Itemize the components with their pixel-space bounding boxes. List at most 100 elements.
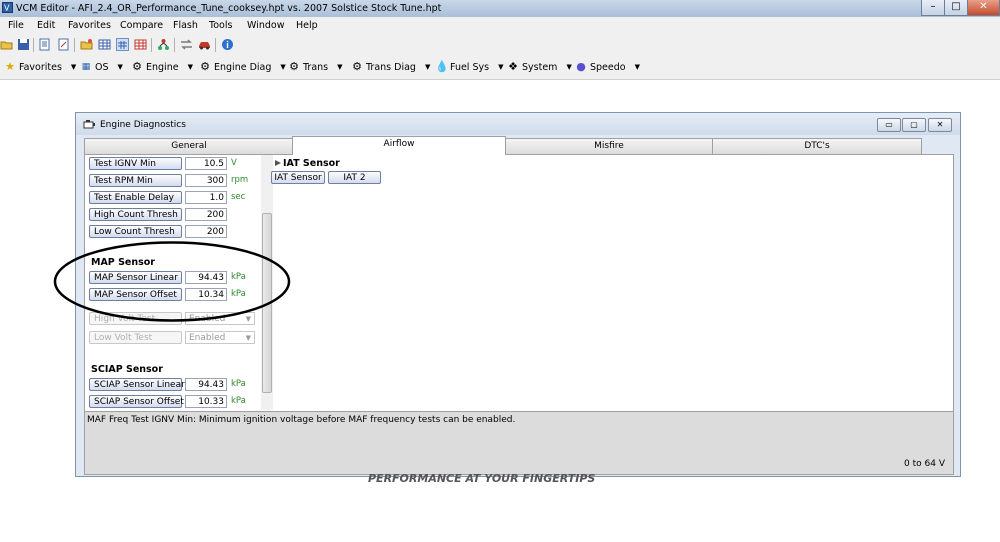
tab-misfire[interactable]: Misfire [504,138,714,154]
chevron-down-icon: ▼ [424,63,431,71]
minimize-button[interactable]: – [921,0,945,16]
save-icon[interactable] [17,38,30,51]
param-value[interactable]: 200 [185,208,227,221]
menu-file[interactable]: File [8,20,24,31]
chevron-down-icon: ▼ [280,63,286,71]
svg-text:V: V [4,4,10,13]
param-value[interactable]: 94.43 [185,378,227,391]
engine-diag-icon: ⚙ [200,60,210,73]
star-icon: ★ [5,60,15,73]
param-value[interactable]: 200 [185,225,227,238]
chevron-down-icon: ▼ [245,334,251,342]
param-button[interactable]: Test RPM Min [89,174,182,187]
tagline-text: PERFORMANCE AT YOUR FINGERTIPS [368,472,596,485]
menu-help[interactable]: Help [296,20,318,31]
chevron-down-icon: ▼ [70,63,77,71]
dialog-close-button[interactable]: ✕ [928,118,952,132]
close-button[interactable]: ✕ [967,0,1000,16]
param-unit: kPa [231,396,246,406]
toolbar-fuel-sys[interactable]: 💧 Fuel Sys ▼ [435,60,503,74]
toolbar-trans[interactable]: ⚙ Trans ▼ [288,60,343,74]
dialog-title-bar: Engine Diagnostics ▭ ▢ ✕ [76,113,960,135]
tree-icon[interactable] [157,38,170,51]
toolbar-separator [174,38,175,52]
folder-star-icon[interactable] [80,38,93,51]
param-button[interactable]: SCIAP Sensor Linear [89,378,185,391]
speedo-icon: ● [576,60,586,73]
toolbar-favorites[interactable]: ★ Favorites ▼ [4,60,76,74]
chevron-down-icon: ▼ [566,63,572,71]
tab-dtcs[interactable]: DTC's [712,138,922,154]
document-icon[interactable] [38,38,51,51]
toolbar-engine-label: Engine [146,61,179,73]
compare-arrows-icon[interactable] [180,38,193,51]
toolbar-os-label: OS [95,61,109,73]
maximize-button[interactable]: □ [944,0,968,16]
menu-bar: File Edit Favorites Compare Flash Tools … [0,17,1000,35]
dialog-minimize-button[interactable]: ▭ [877,118,901,132]
description-text: MAF Freq Test IGNV Min: Minimum ignition… [87,415,516,425]
toolbar-separator [151,38,152,52]
param-button[interactable]: Test IGNV Min [89,157,182,170]
chevron-down-icon: ▼ [337,63,343,71]
app-icon: V [2,2,13,13]
iat-sensor-button[interactable]: IAT Sensor [271,171,325,184]
info-icon[interactable] [221,38,234,51]
toolbar-system-label: System [522,61,558,73]
dialog-title: Engine Diagnostics [100,120,186,130]
param-button[interactable]: Test Enable Delay [89,191,182,204]
triangle-right-icon [275,160,281,166]
sciap-sensor-heading: SCIAP Sensor [91,364,163,375]
toolbar-separator [74,38,75,52]
dialog-restore-button[interactable]: ▢ [902,118,926,132]
param-button[interactable]: SCIAP Sensor Offset [89,395,184,408]
menu-compare[interactable]: Compare [120,20,163,31]
param-unit: kPa [231,379,246,389]
range-text: 0 to 64 V [904,459,945,469]
document-edit-icon[interactable] [57,38,70,51]
toolbar-engine-diag-label: Engine Diag [214,61,272,73]
table-selected-icon[interactable] [116,38,129,51]
toolbar-trans-label: Trans [303,61,329,73]
menu-tools[interactable]: Tools [209,20,232,31]
description-pane: MAF Freq Test IGNV Min: Minimum ignition… [84,411,954,475]
dropdown-value: Enabled [189,333,226,343]
toolbar-os[interactable]: ▦ OS ▼ [80,60,123,74]
toolbar-speedo[interactable]: ● Speedo ▼ [575,60,640,74]
chevron-down-icon: ▼ [117,63,123,71]
tab-general[interactable]: General [84,138,294,154]
toolbar-trans-diag[interactable]: ⚙ Trans Diag ▼ [351,60,430,74]
iat2-button[interactable]: IAT 2 [328,171,381,184]
menu-window[interactable]: Window [247,20,284,31]
menu-flash[interactable]: Flash [173,20,198,31]
chevron-down-icon: ▼ [634,63,640,71]
toolbar-favorites-label: Favorites [19,61,62,73]
icon-toolbar [0,35,1000,55]
toolbar-separator [33,38,34,52]
chevron-down-icon: ▼ [187,63,193,71]
toolbar-engine[interactable]: ⚙ Engine ▼ [131,60,193,74]
menu-edit[interactable]: Edit [37,20,55,31]
param-value[interactable]: 300 [185,174,227,187]
iat-sensor-heading: IAT Sensor [283,158,340,169]
menu-favorites[interactable]: Favorites [68,20,111,31]
param-unit: V [231,158,237,168]
toolbar-speedo-label: Speedo [590,61,626,73]
table-icon[interactable] [98,38,111,51]
car-icon[interactable] [198,38,211,51]
param-button[interactable]: High Count Thresh [89,208,182,221]
param-button[interactable]: Low Count Thresh [89,225,182,238]
param-value[interactable]: 10.33 [185,395,227,408]
fuel-drop-icon: 💧 [435,60,449,73]
open-folder-icon[interactable] [0,38,13,51]
toolbar-engine-diag[interactable]: ⚙ Engine Diag ▼ [199,60,286,74]
category-toolbar: ★ Favorites ▼ ▦ OS ▼ ⚙ Engine ▼ ⚙ Engine Diag ▼ … [0,55,1000,80]
tab-airflow[interactable]: Airflow [292,136,506,155]
param-button: Low Volt Test [89,331,182,344]
toolbar-system[interactable]: ❖ System ▼ [507,60,572,74]
engine-icon: ⚙ [132,60,142,73]
param-value[interactable]: 10.5 [185,157,227,170]
table-red-icon[interactable] [134,38,147,51]
param-value[interactable]: 1.0 [185,191,227,204]
tab-strip: General Airflow Misfire DTC's [84,136,952,155]
